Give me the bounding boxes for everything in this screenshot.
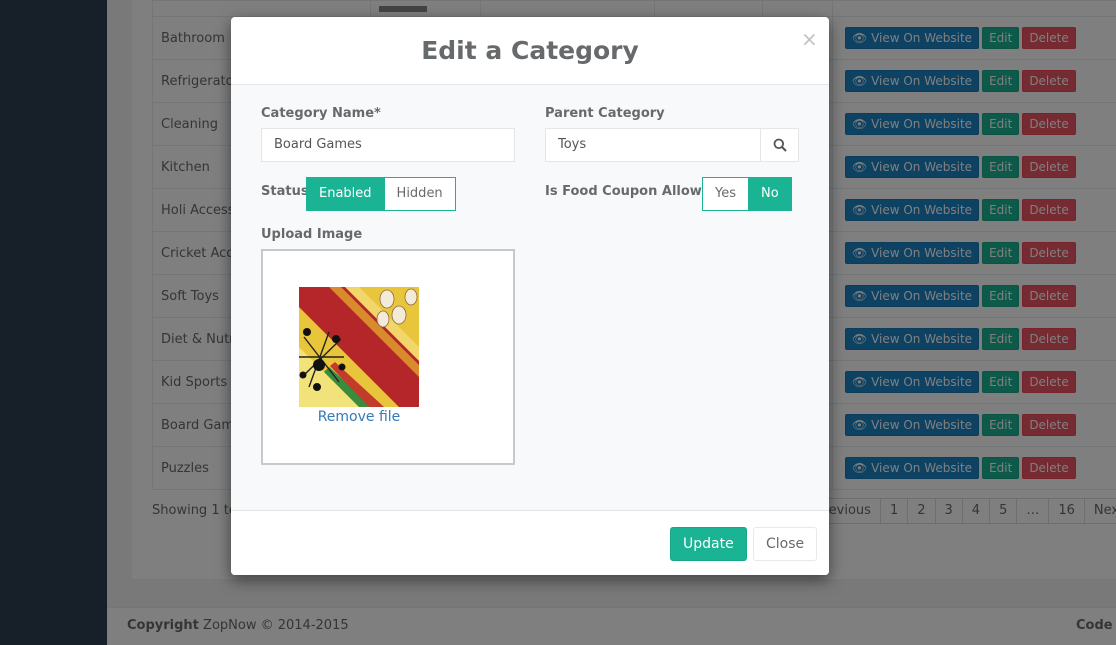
status-label: Status [261,184,309,199]
category-name-input[interactable]: Board Games [261,128,515,162]
status-hidden-option[interactable]: Hidden [383,177,456,211]
status-toggle: Enabled Hidden [306,177,456,211]
close-icon[interactable]: × [801,29,818,49]
category-name-label: Category Name* [261,106,381,121]
parent-category-input[interactable]: Toys [545,128,761,162]
modal-header: Edit a Category × [231,17,829,85]
board-game-image [299,287,419,407]
edit-category-modal: Edit a Category × Category Name* Board G… [231,17,829,575]
parent-category-label: Parent Category [545,106,665,121]
image-dropzone[interactable]: Remove file [261,249,515,465]
remove-file-link[interactable]: Remove file [263,409,455,425]
food-coupon-yes-option[interactable]: Yes [702,177,749,211]
modal-body: Category Name* Board Games Parent Catego… [231,85,829,510]
modal-title: Edit a Category [421,36,639,65]
search-icon [773,138,787,152]
food-coupon-toggle: Yes No [702,177,792,211]
food-coupon-label: Is Food Coupon Allowed [545,184,720,199]
update-button[interactable]: Update [670,527,747,561]
parent-category-search-button[interactable] [760,128,799,162]
status-enabled-option[interactable]: Enabled [306,177,385,211]
close-button[interactable]: Close [753,527,818,561]
image-preview [299,287,419,407]
food-coupon-no-option[interactable]: No [748,177,792,211]
upload-image-label: Upload Image [261,227,363,242]
modal-footer: Update Close [231,510,829,575]
